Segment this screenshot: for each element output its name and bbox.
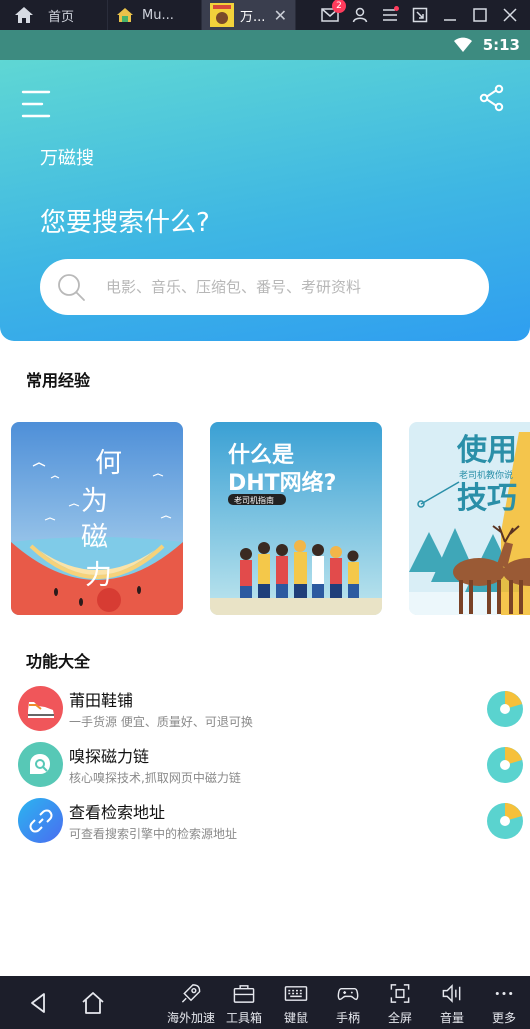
emulator-toolbar: 海外加速 工具箱 键鼠 手柄 全屏 音量 更多 <box>0 976 530 1029</box>
tab-home[interactable]: 首页 <box>0 0 108 30</box>
tips-card-illustration: 使用 老司机教你说 技巧 <box>409 422 530 615</box>
emulator-window-controls: 2 <box>320 0 530 25</box>
toolbox-icon <box>233 985 255 1003</box>
function-title: 嗅探磁力链 <box>69 747 150 766</box>
tool-toolbox[interactable]: 工具箱 <box>218 982 270 1026</box>
account-button[interactable] <box>350 5 370 25</box>
tips-card-line-1: 使用 <box>456 433 517 468</box>
tips-card-line-2: 技巧 <box>457 481 517 516</box>
tool-label: 海外加速 <box>166 1011 215 1025</box>
search-icon <box>58 274 85 301</box>
status-bar: 5:13 <box>0 30 530 60</box>
tool-overseas-acceleration[interactable]: 海外加速 <box>165 982 217 1026</box>
tool-more[interactable]: 更多 <box>478 982 530 1026</box>
mail-button[interactable]: 2 <box>320 0 346 25</box>
back-icon[interactable] <box>26 990 52 1016</box>
function-desc: 可查看搜索引擎中的检索源地址 <box>69 827 238 841</box>
search-input[interactable] <box>106 278 466 296</box>
search-bar[interactable] <box>40 259 489 315</box>
function-item-shoe-store[interactable]: 莆田鞋铺 一手货源 便宜、质量好、可退可换 <box>18 686 530 732</box>
function-desc: 核心嗅探技术,抓取网页中磁力链 <box>69 771 241 785</box>
tool-label: 音量 <box>439 1011 464 1025</box>
dht-card-line-1: 什么是 <box>228 443 294 468</box>
share-icon[interactable] <box>478 84 506 112</box>
search-header: 万磁搜 您要搜索什么? <box>0 60 530 341</box>
experience-card-dht[interactable]: 什么是 DHT网络? 老司机指南 <box>210 422 382 615</box>
tool-label: 更多 <box>491 1011 516 1025</box>
minimize-button[interactable] <box>440 5 460 25</box>
magnet-card-line-1: 何 <box>95 448 122 479</box>
pie-chart-icon[interactable] <box>486 802 524 840</box>
experience-cards: 何 为 磁 力 什么是 DHT网络? 老司机指南 使用 老司机教你说 技巧 <box>11 422 530 615</box>
tool-label: 工具箱 <box>225 1011 262 1025</box>
tool-gamepad[interactable]: 手柄 <box>322 982 374 1026</box>
close-tab-icon[interactable]: ✕ <box>274 6 287 25</box>
app-icon <box>210 3 234 27</box>
rocket-icon <box>181 984 201 1003</box>
pie-chart-icon[interactable] <box>486 690 524 728</box>
tab-wancisou-label: 万... <box>240 9 266 25</box>
more-icon <box>495 991 513 996</box>
emulator-tab-bar: 首页 Mu... 万... ✕ 2 <box>0 0 530 30</box>
app-screen: 首页 Mu... 万... ✕ 2 5:13 万磁搜 您要搜索什么? 电影、音乐… <box>0 0 530 1029</box>
app-name: 万磁搜 <box>40 148 94 169</box>
gamepad-icon <box>337 987 359 1001</box>
function-title: 莆田鞋铺 <box>69 691 134 710</box>
sneaker-icon <box>18 686 63 731</box>
menu-button[interactable] <box>380 5 400 25</box>
notification-badge: 2 <box>332 0 346 13</box>
tool-keyboard-mouse[interactable]: 键鼠 <box>270 982 322 1026</box>
magnet-card-line-3: 磁 <box>81 522 108 553</box>
maximize-button[interactable] <box>470 5 490 25</box>
pie-chart-icon[interactable] <box>486 746 524 784</box>
tool-fullscreen[interactable]: 全屏 <box>374 982 426 1026</box>
status-time: 5:13 <box>482 36 520 54</box>
hamburger-menu-icon[interactable] <box>20 88 52 120</box>
experience-card-magnet[interactable]: 何 为 磁 力 <box>11 422 183 615</box>
menu-dot <box>394 6 399 11</box>
tool-volume[interactable]: 音量 <box>426 982 478 1026</box>
dht-card-tag: 老司机指南 <box>234 495 274 505</box>
close-icon <box>503 8 517 22</box>
dht-card-illustration: 什么是 DHT网络? 老司机指南 <box>210 422 382 615</box>
functions-section-title: 功能大全 <box>26 652 91 671</box>
volume-icon <box>442 984 461 1003</box>
tab-wancisou[interactable]: 万... ✕ <box>202 0 296 30</box>
tool-label: 全屏 <box>387 1011 412 1025</box>
tips-card-sub: 老司机教你说 <box>459 469 513 481</box>
experience-section-title: 常用经验 <box>26 371 91 390</box>
function-item-sniff-magnet[interactable]: 嗅探磁力链 核心嗅探技术,抓取网页中磁力链 <box>18 742 530 788</box>
tab-home-label: 首页 <box>48 9 75 25</box>
fullscreen-icon <box>390 984 410 1003</box>
shrink-icon <box>412 7 428 23</box>
link-icon <box>18 798 63 843</box>
minimize-icon <box>444 19 456 21</box>
dht-card-line-2: DHT网络? <box>228 470 336 496</box>
close-window-button[interactable] <box>500 5 520 25</box>
sniff-icon <box>18 742 63 787</box>
function-desc: 一手货源 便宜、质量好、可退可换 <box>69 715 253 729</box>
function-title: 查看检索地址 <box>69 803 166 822</box>
home-nav-icon[interactable] <box>80 990 106 1016</box>
magnet-card-illustration: 何 为 磁 力 <box>11 422 183 615</box>
page-title: 您要搜索什么? <box>40 208 210 238</box>
tool-label: 手柄 <box>335 1011 360 1025</box>
magnet-card-line-4: 力 <box>85 560 112 591</box>
user-icon <box>352 7 368 23</box>
tab-mu-label: Mu... <box>142 7 174 23</box>
maximize-icon <box>473 8 487 22</box>
function-item-search-address[interactable]: 查看检索地址 可查看搜索引擎中的检索源地址 <box>18 798 530 844</box>
experience-card-tips[interactable]: 使用 老司机教你说 技巧 <box>409 422 530 615</box>
tool-label: 键鼠 <box>283 1011 308 1025</box>
keyboard-icon <box>284 986 308 1001</box>
home-icon <box>15 7 33 23</box>
tab-mu[interactable]: Mu... <box>108 0 202 30</box>
shrink-button[interactable] <box>410 5 430 25</box>
magnet-card-line-2: 为 <box>81 486 108 517</box>
app-icon <box>117 8 133 22</box>
wifi-icon <box>453 37 472 52</box>
